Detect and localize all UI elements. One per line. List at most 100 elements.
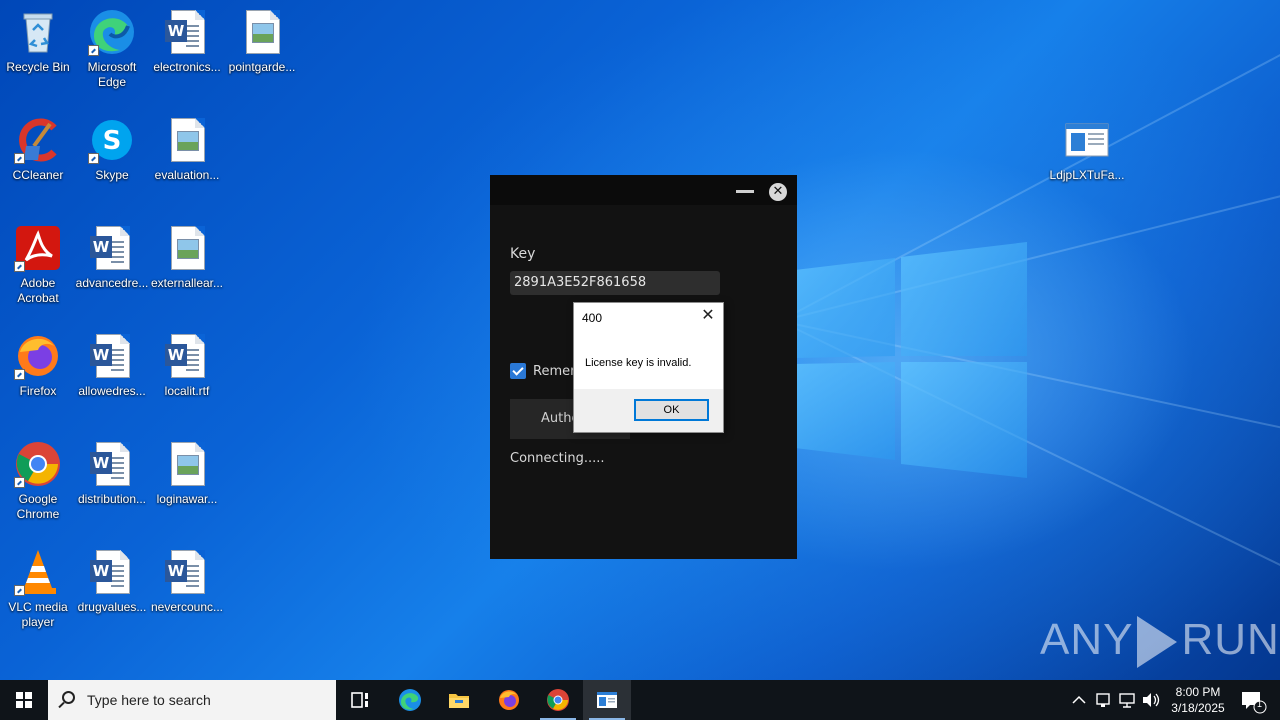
dialog-close-icon[interactable]: ✕: [700, 308, 716, 324]
icon-label: electronics...: [153, 60, 221, 74]
device-icon: [1096, 693, 1110, 707]
image-file-icon: [163, 440, 211, 488]
icon-label: pointgarde...: [228, 60, 296, 74]
desktop-icon-evaluation[interactable]: evaluation...: [149, 116, 225, 183]
taskbar-edge[interactable]: [386, 680, 434, 720]
action-center-button[interactable]: 1: [1236, 680, 1272, 720]
desktop-icon-electronics[interactable]: W electronics...: [149, 8, 225, 75]
ccleaner-icon: [14, 116, 62, 164]
recycle-bin-icon: [14, 8, 62, 56]
icon-label: evaluation...: [154, 168, 220, 182]
remember-checkbox[interactable]: [510, 363, 526, 379]
clock-date: 3/18/2025: [1171, 701, 1225, 715]
notification-count: 1: [1257, 699, 1263, 709]
play-triangle-icon: [1137, 616, 1178, 669]
tray-security[interactable]: [1092, 680, 1114, 720]
status-text: Connecting.....: [510, 451, 605, 466]
dialog-footer: OK: [574, 389, 723, 432]
windows-start-icon: [16, 692, 32, 708]
task-view-button[interactable]: [336, 680, 384, 720]
desktop-icon-microsoft-edge[interactable]: Microsoft Edge: [74, 8, 150, 90]
image-file-icon: [238, 8, 286, 56]
desktop-icon-ldjplxtufa[interactable]: LdjpLXTuFa...: [1049, 116, 1125, 183]
icon-label: Firefox: [19, 384, 57, 398]
start-button[interactable]: [0, 680, 48, 720]
watermark-right: RUN: [1181, 615, 1280, 664]
show-hidden-icons-button[interactable]: [1068, 680, 1090, 720]
word-document-icon: W: [163, 8, 211, 56]
desktop-icon-allowedres[interactable]: W allowedres...: [74, 332, 150, 399]
vlc-cone-icon: [14, 548, 62, 596]
chrome-icon: [547, 689, 569, 711]
icon-label: drugvalues...: [77, 600, 147, 614]
taskbar-search[interactable]: Type here to search: [48, 680, 336, 720]
desktop-icon-firefox[interactable]: Firefox: [0, 332, 76, 399]
desktop-icon-nevercounc[interactable]: W nevercounc...: [149, 548, 225, 615]
error-dialog: 400 ✕ License key is invalid. OK: [573, 302, 724, 433]
edge-icon: [399, 689, 421, 711]
icon-label: loginawar...: [156, 492, 218, 506]
desktop-icon-vlc[interactable]: VLC media player: [0, 548, 76, 630]
icon-label: externallear...: [150, 276, 224, 290]
desktop-icon-adobe-acrobat[interactable]: Adobe Acrobat: [0, 224, 76, 306]
firefox-icon: [14, 332, 62, 380]
dialog-message: License key is invalid.: [585, 357, 692, 369]
desktop-icon-localit[interactable]: W localit.rtf: [149, 332, 225, 399]
desktop-icon-google-chrome[interactable]: Google Chrome: [0, 440, 76, 522]
skype-icon: S: [88, 116, 136, 164]
search-icon: [62, 691, 75, 704]
windows-logo: [795, 242, 1027, 478]
notification-icon: [1242, 692, 1267, 714]
dialog-title: 400: [582, 311, 603, 325]
application-window-icon: [597, 692, 617, 708]
acrobat-icon: [14, 224, 62, 272]
icon-label: CCleaner: [12, 168, 64, 182]
close-icon[interactable]: ✕: [769, 183, 787, 201]
icon-label: Skype: [95, 168, 129, 182]
ok-button[interactable]: OK: [634, 399, 709, 421]
tray-volume[interactable]: [1140, 680, 1162, 720]
tray-network[interactable]: [1116, 680, 1138, 720]
image-file-icon: [163, 224, 211, 272]
taskbar-chrome[interactable]: [534, 680, 582, 720]
svg-text:S: S: [103, 126, 122, 156]
taskbar: Type here to search 8:00 PM 3/18/2025 1: [0, 680, 1280, 720]
taskbar-firefox[interactable]: [485, 680, 533, 720]
word-document-icon: W: [88, 548, 136, 596]
icon-label: allowedres...: [78, 384, 146, 398]
taskbar-license-app[interactable]: [583, 680, 631, 720]
desktop-icon-drugvalues[interactable]: W drugvalues...: [74, 548, 150, 615]
desktop-icon-pointgarde[interactable]: pointgarde...: [224, 8, 300, 75]
desktop-icon-loginawar[interactable]: loginawar...: [149, 440, 225, 507]
chevron-up-icon: [1072, 695, 1086, 704]
word-document-icon: W: [88, 332, 136, 380]
word-document-icon: W: [163, 332, 211, 380]
desktop-icon-distribution[interactable]: W distribution...: [74, 440, 150, 507]
word-document-icon: W: [163, 548, 211, 596]
icon-label: distribution...: [77, 492, 147, 506]
icon-label: Microsoft Edge: [87, 60, 137, 89]
icon-label: advancedre...: [75, 276, 149, 290]
icon-label: nevercounc...: [150, 600, 224, 614]
app-titlebar[interactable]: ✕: [490, 175, 797, 205]
key-label: Key: [510, 246, 536, 262]
task-view-icon: [351, 692, 368, 708]
desktop-icon-recycle-bin[interactable]: Recycle Bin: [0, 8, 76, 75]
desktop-icon-externallear[interactable]: externallear...: [149, 224, 225, 291]
application-window-icon: [1063, 116, 1111, 164]
folder-icon: [449, 694, 469, 708]
word-document-icon: W: [88, 224, 136, 272]
chrome-icon: [14, 440, 62, 488]
icon-label: localit.rtf: [164, 384, 210, 398]
taskbar-clock[interactable]: 8:00 PM 3/18/2025: [1160, 680, 1236, 720]
key-input[interactable]: 2891A3E52F861658: [510, 271, 720, 295]
image-file-icon: [163, 116, 211, 164]
icon-label: VLC media player: [8, 600, 68, 629]
desktop-icon-advancedre[interactable]: W advancedre...: [74, 224, 150, 291]
taskbar-file-explorer[interactable]: [435, 680, 483, 720]
desktop-icon-ccleaner[interactable]: CCleaner: [0, 116, 76, 183]
network-icon: [1119, 693, 1135, 708]
minimize-icon[interactable]: [736, 190, 754, 193]
icon-label: Google Chrome: [16, 492, 60, 521]
desktop-icon-skype[interactable]: S Skype: [74, 116, 150, 183]
